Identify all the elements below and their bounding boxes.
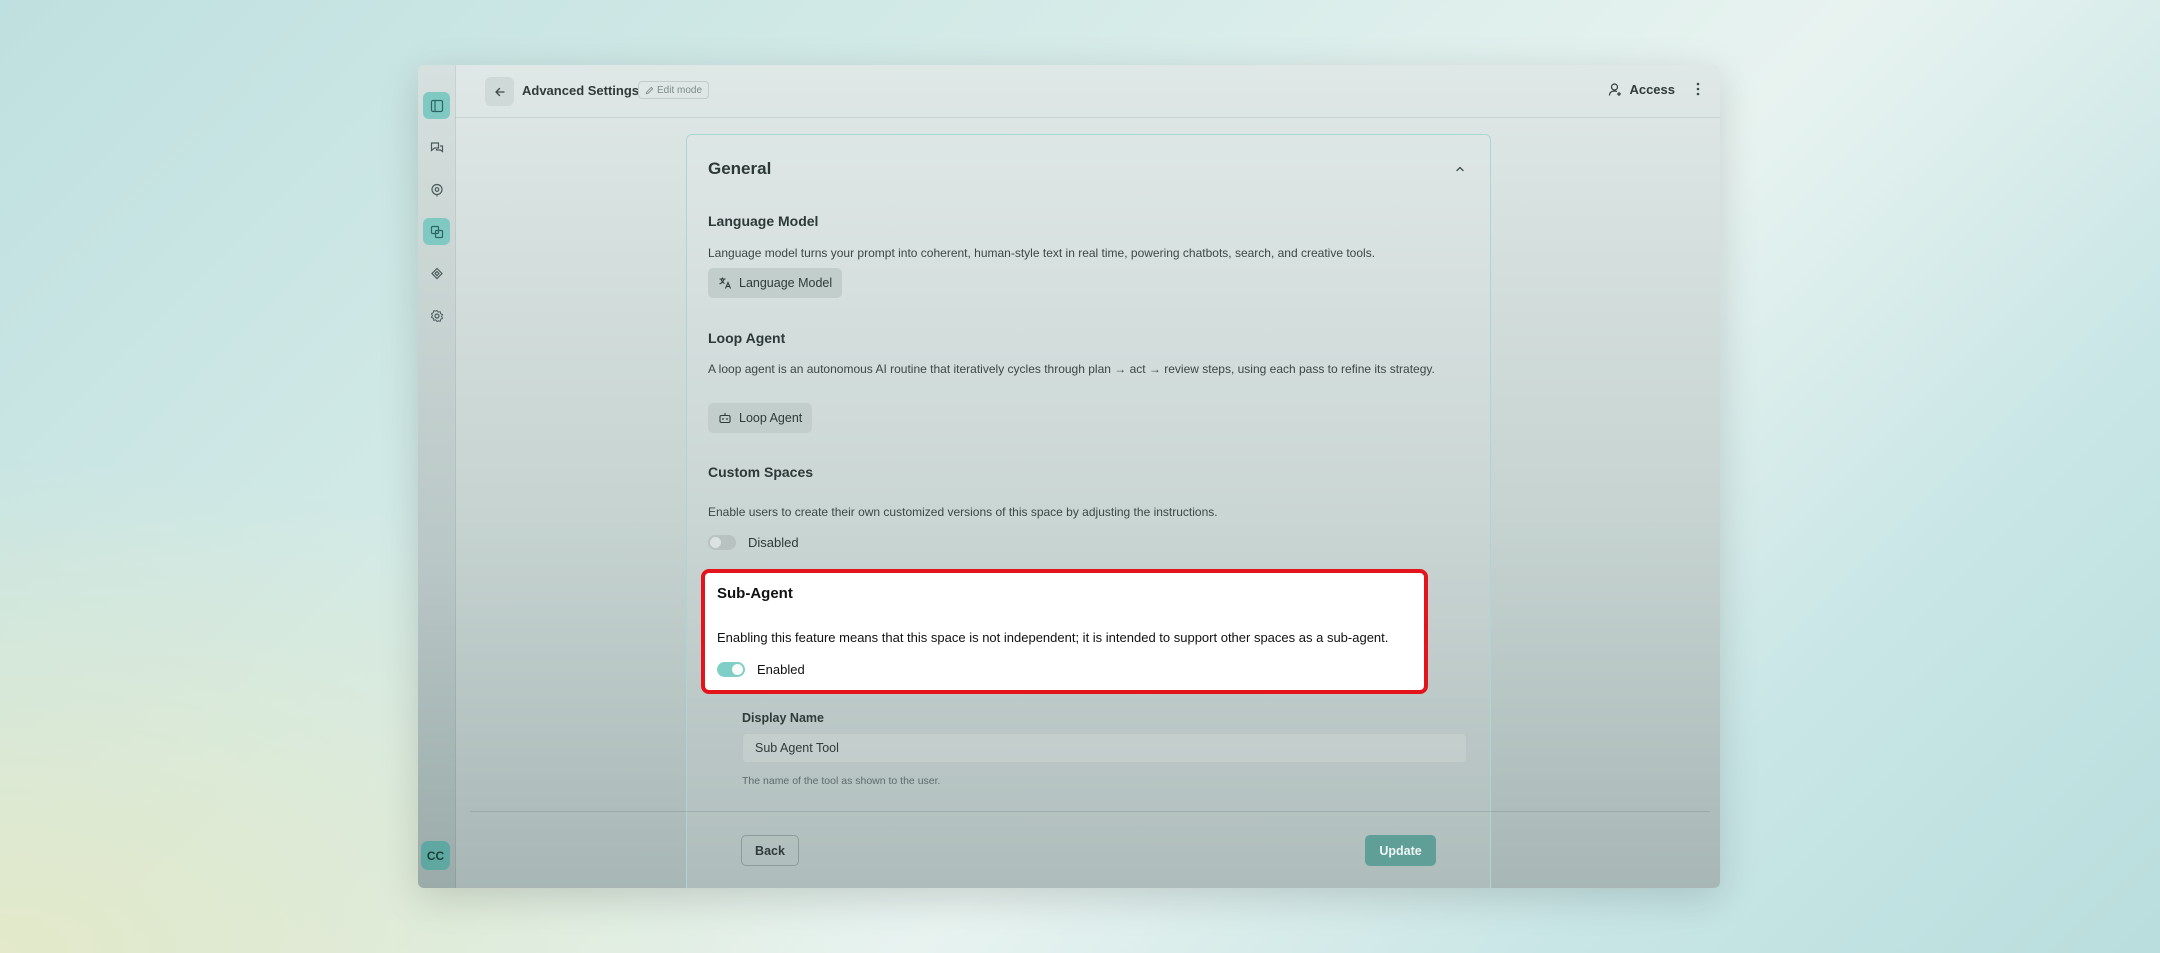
sub-agent-toggle-label: Enabled [757, 662, 805, 677]
page-title: Advanced Settings [522, 83, 640, 98]
user-access-icon [1609, 83, 1622, 96]
sub-agent-description: Enabling this feature means that this sp… [717, 630, 1389, 645]
sub-agent-title: Sub-Agent [717, 585, 793, 602]
edit-mode-label: Edit mode [657, 84, 703, 96]
more-options-icon[interactable] [1696, 81, 1700, 102]
chat-icon[interactable] [423, 134, 450, 161]
robot-icon [719, 413, 731, 424]
pencil-icon [645, 86, 654, 94]
custom-spaces-toggle-row: Disabled [708, 535, 799, 550]
language-model-button[interactable]: Language Model [708, 268, 843, 298]
loop-agent-title: Loop Agent [708, 330, 786, 346]
custom-spaces-toggle-label: Disabled [748, 535, 799, 550]
display-name-label: Display Name [742, 711, 824, 725]
language-model-description: Language model turns your prompt into co… [708, 246, 1376, 260]
custom-spaces-toggle[interactable] [708, 535, 736, 550]
topbar: Advanced Settings Edit mode Access [455, 65, 1720, 118]
footer-divider [470, 811, 1710, 812]
bot-icon[interactable] [423, 176, 450, 203]
update-button[interactable]: Update [1365, 835, 1436, 866]
avatar[interactable]: CC [421, 841, 450, 870]
edit-mode-badge[interactable]: Edit mode [638, 81, 710, 99]
back-button[interactable]: Back [741, 835, 799, 866]
arrow-left-icon [494, 87, 505, 96]
language-model-button-label: Language Model [739, 276, 833, 290]
back-arrow-button[interactable] [485, 77, 514, 106]
display-name-input[interactable] [742, 733, 1467, 763]
loop-agent-button[interactable]: Loop Agent [708, 403, 813, 433]
sub-agent-section: Sub-Agent Enabling this feature means th… [701, 569, 1428, 694]
access-label: Access [1629, 82, 1675, 97]
app-window: CC Advanced Settings Edit mode Access Ge… [418, 65, 1720, 888]
diamond-icon[interactable] [423, 260, 450, 287]
display-name-help: The name of the tool as shown to the use… [742, 775, 941, 787]
translate-icon [719, 277, 732, 289]
access-button[interactable]: Access [1608, 82, 1675, 97]
custom-spaces-description: Enable users to create their own customi… [708, 505, 1218, 519]
custom-spaces-title: Custom Spaces [708, 464, 814, 480]
gear-icon[interactable] [423, 302, 450, 329]
loop-agent-button-label: Loop Agent [739, 411, 803, 425]
chevron-up-icon[interactable] [1454, 162, 1466, 180]
panel-icon[interactable] [423, 92, 450, 119]
sub-agent-toggle[interactable] [717, 662, 745, 677]
spaces-icon[interactable] [423, 218, 450, 245]
sidebar: CC [418, 65, 456, 888]
language-model-title: Language Model [708, 213, 819, 229]
sub-agent-toggle-row: Enabled [717, 662, 805, 677]
card-title: General [708, 159, 772, 178]
loop-agent-description: A loop agent is an autonomous AI routine… [708, 362, 1435, 376]
